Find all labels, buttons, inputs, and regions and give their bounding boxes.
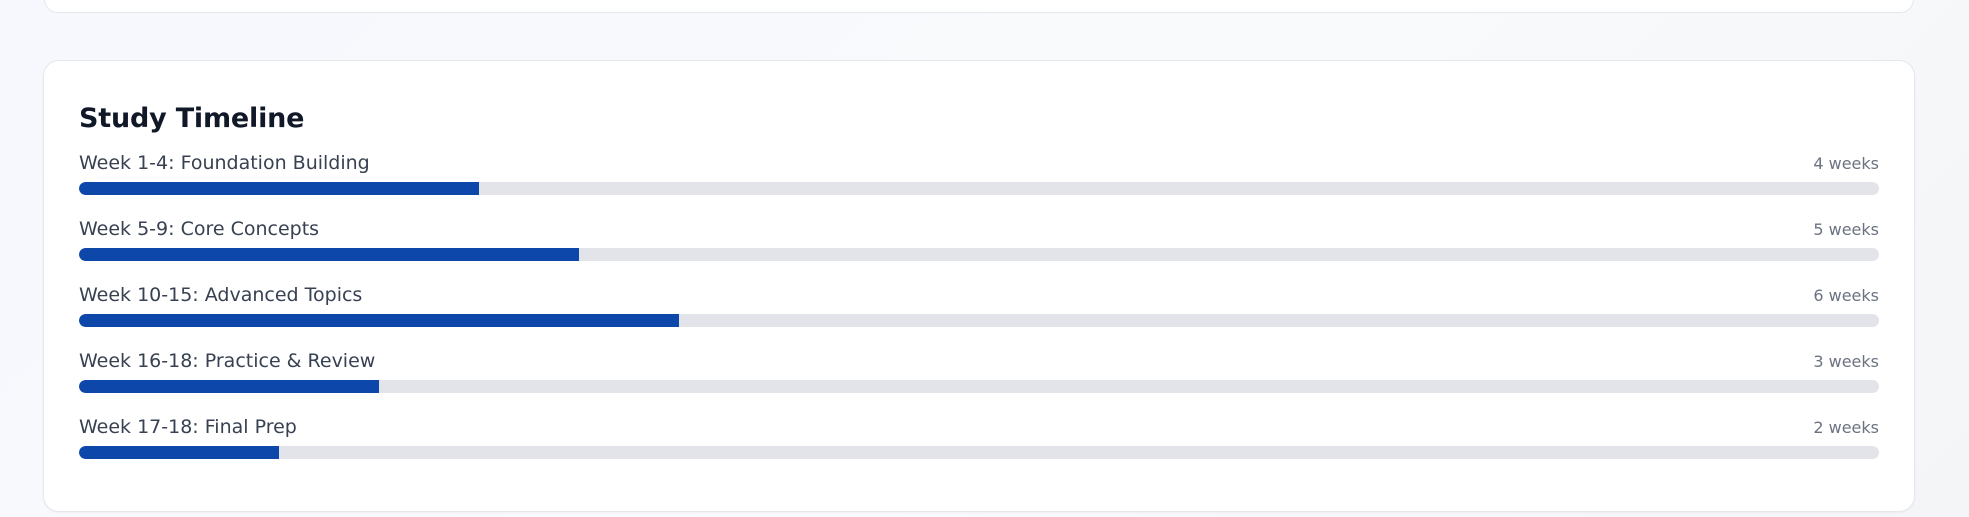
progress-fill bbox=[79, 182, 479, 195]
progress-fill bbox=[79, 314, 679, 327]
progress-track bbox=[79, 248, 1879, 261]
previous-card bbox=[44, 0, 1914, 13]
timeline-item-label: Week 16-18: Practice & Review bbox=[79, 350, 376, 372]
timeline-item: Week 16-18: Practice & Review 3 weeks bbox=[79, 348, 1879, 393]
progress-track bbox=[79, 446, 1879, 459]
timeline-item-duration: 2 weeks bbox=[1813, 418, 1879, 437]
timeline-item-duration: 3 weeks bbox=[1813, 352, 1879, 371]
timeline-item-header: Week 10-15: Advanced Topics 6 weeks bbox=[79, 282, 1879, 314]
timeline-item-duration: 6 weeks bbox=[1813, 286, 1879, 305]
timeline-item-label: Week 1-4: Foundation Building bbox=[79, 152, 370, 174]
timeline-item-header: Week 1-4: Foundation Building 4 weeks bbox=[79, 150, 1879, 182]
progress-fill bbox=[79, 248, 579, 261]
timeline-item-duration: 5 weeks bbox=[1813, 220, 1879, 239]
progress-track bbox=[79, 314, 1879, 327]
timeline-item-header: Week 16-18: Practice & Review 3 weeks bbox=[79, 348, 1879, 380]
timeline-item: Week 10-15: Advanced Topics 6 weeks bbox=[79, 282, 1879, 327]
timeline-list: Week 1-4: Foundation Building 4 weeks We… bbox=[79, 150, 1879, 459]
timeline-item: Week 5-9: Core Concepts 5 weeks bbox=[79, 216, 1879, 261]
timeline-item-header: Week 5-9: Core Concepts 5 weeks bbox=[79, 216, 1879, 248]
study-timeline-card: Study Timeline Week 1-4: Foundation Buil… bbox=[43, 60, 1915, 512]
progress-track bbox=[79, 182, 1879, 195]
timeline-item-label: Week 5-9: Core Concepts bbox=[79, 218, 320, 240]
timeline-item: Week 17-18: Final Prep 2 weeks bbox=[79, 414, 1879, 459]
timeline-item: Week 1-4: Foundation Building 4 weeks bbox=[79, 150, 1879, 195]
card-title: Study Timeline bbox=[79, 103, 305, 134]
progress-fill bbox=[79, 446, 279, 459]
timeline-item-label: Week 17-18: Final Prep bbox=[79, 416, 297, 438]
progress-fill bbox=[79, 380, 379, 393]
progress-track bbox=[79, 380, 1879, 393]
timeline-item-label: Week 10-15: Advanced Topics bbox=[79, 284, 363, 306]
timeline-item-duration: 4 weeks bbox=[1813, 154, 1879, 173]
timeline-item-header: Week 17-18: Final Prep 2 weeks bbox=[79, 414, 1879, 446]
